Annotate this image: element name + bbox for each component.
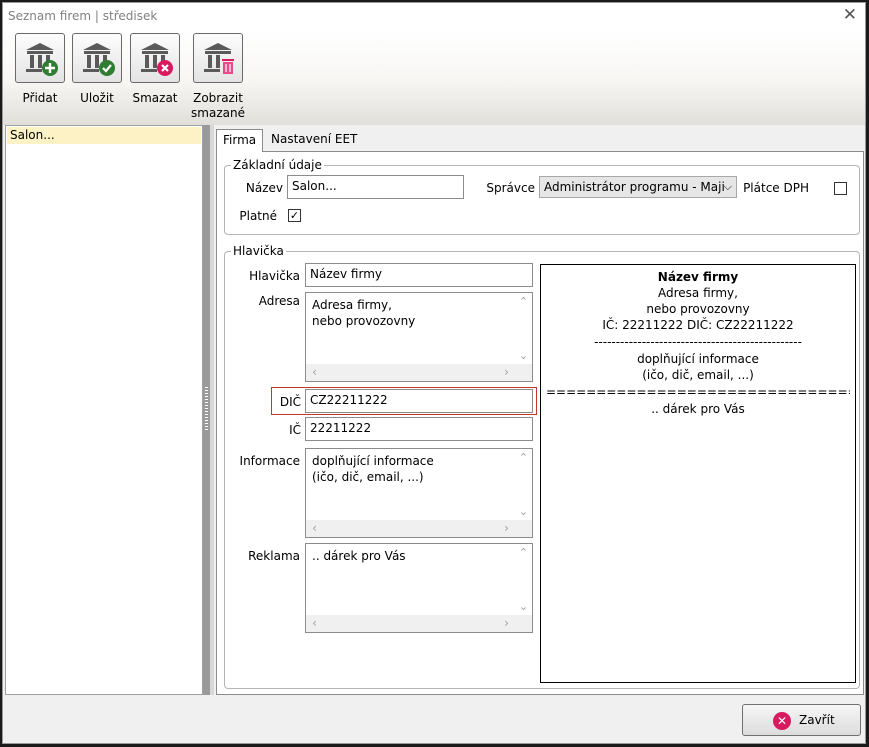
bank-trash-icon <box>193 33 243 83</box>
splitter[interactable] <box>203 125 210 695</box>
adresa-textarea[interactable]: Adresa firmy, nebo provozovny ⌃ ⌄ ‹ › <box>305 292 533 382</box>
scroll-up-icon[interactable]: ⌃ <box>515 449 532 466</box>
chevron-down-icon: ⌵ <box>723 180 732 193</box>
toolbar: Přidat Uložit Smazat Zobrazit smazané <box>3 29 865 125</box>
ic-field[interactable]: 22211222 <box>305 417 533 441</box>
admin-select[interactable]: Administrátor programu - Maji ⌵ <box>539 176 737 198</box>
list-item[interactable]: Salon... <box>7 127 201 144</box>
preview-address-1: Adresa firmy, <box>658 286 738 300</box>
scroll-down-icon[interactable]: ⌄ <box>515 598 532 615</box>
admin-label: Správce <box>486 181 535 195</box>
name-field[interactable]: Salon... <box>287 175 464 199</box>
preview-info-1: doplňující informace <box>637 352 759 366</box>
splitter-grip[interactable] <box>205 387 208 431</box>
receipt-preview: Název firmy Adresa firmy, nebo provozovn… <box>540 264 856 683</box>
admin-select-value: Administrátor programu - Maji <box>544 180 725 194</box>
basic-info-legend: Základní údaje <box>231 158 324 172</box>
preview-ids: IČ: 22211222 DIČ: CZ22211222 <box>602 318 794 332</box>
hlavicka-field[interactable]: Název firmy <box>305 263 533 287</box>
tab-eet-settings[interactable]: Nastavení EET <box>265 129 363 151</box>
close-circle-icon: ✕ <box>773 712 791 730</box>
hlavicka-label: Hlavička <box>249 269 300 283</box>
save-button[interactable]: Uložit <box>71 33 123 106</box>
scroll-left-icon[interactable]: ‹ <box>306 364 323 381</box>
checkmark-icon: ✓ <box>289 209 300 222</box>
informace-textarea[interactable]: doplňující informace (ičo, dič, email, .… <box>305 448 533 538</box>
save-button-label: Uložit <box>80 91 114 105</box>
bottom-bar: ✕ Zavřít <box>3 695 865 743</box>
ic-label: IČ <box>289 423 301 437</box>
preview-separator: ----------------------------------------… <box>594 335 802 349</box>
close-button-label: Zavřít <box>799 713 835 727</box>
scroll-right-icon[interactable]: › <box>498 364 515 381</box>
main-window: Seznam firem | středisek ✕ Přidat Uložit… <box>2 2 866 744</box>
window-close-icon[interactable]: ✕ <box>843 6 857 24</box>
adresa-text: Adresa firmy, nebo provozovny <box>312 298 416 328</box>
reklama-textarea[interactable]: .. dárek pro Vás ⌃ ⌄ ‹ › <box>305 543 533 633</box>
header-legend: Hlavička <box>231 244 286 258</box>
add-button-label: Přidat <box>22 91 58 105</box>
delete-button[interactable]: Smazat <box>128 33 182 106</box>
scroll-down-icon[interactable]: ⌄ <box>515 503 532 520</box>
company-list[interactable]: Salon... <box>5 125 203 695</box>
tab-page-firma: Základní údaje Název Salon... Správce Ad… <box>216 151 864 695</box>
adresa-vscroll[interactable]: ⌃ ⌄ <box>515 293 532 364</box>
preview-title: Název firmy <box>657 270 739 284</box>
vat-payer-checkbox[interactable] <box>834 182 847 195</box>
delete-button-label: Smazat <box>132 91 178 105</box>
window-title: Seznam firem | středisek <box>8 9 158 23</box>
show-deleted-button[interactable]: Zobrazit smazané <box>189 33 247 121</box>
bank-save-icon <box>72 33 122 83</box>
dic-field[interactable]: CZ22211222 <box>305 389 533 413</box>
reklama-text: .. dárek pro Vás <box>312 549 406 563</box>
valid-label: Platné <box>239 209 277 223</box>
tab-firma[interactable]: Firma <box>216 129 264 152</box>
preview-info-2: (ičo, dič, email, ...) <box>642 368 754 382</box>
reklama-label: Reklama <box>248 549 300 563</box>
adresa-hscroll[interactable]: ‹ › <box>306 364 532 381</box>
scroll-up-icon[interactable]: ⌃ <box>515 544 532 561</box>
valid-checkbox[interactable]: ✓ <box>288 209 301 222</box>
informace-text: doplňující informace (ičo, dič, email, .… <box>312 454 434 484</box>
add-button[interactable]: Přidat <box>14 33 66 106</box>
dic-label: DIČ <box>279 395 301 409</box>
adresa-label: Adresa <box>258 294 300 308</box>
bank-delete-icon <box>130 33 180 83</box>
splitter-edge <box>210 125 214 695</box>
basic-info-group: Základní údaje Název Salon... Správce Ad… <box>224 158 860 235</box>
scroll-left-icon[interactable]: ‹ <box>306 520 323 537</box>
preview-double-separator: ================================ <box>546 385 850 399</box>
reklama-vscroll[interactable]: ⌃ ⌄ <box>515 544 532 615</box>
vat-payer-label: Plátce DPH <box>743 181 809 195</box>
preview-ad: .. dárek pro Vás <box>651 402 745 416</box>
name-label: Název <box>245 181 283 195</box>
reklama-hscroll[interactable]: ‹ › <box>306 615 532 632</box>
preview-address-2: nebo provozovny <box>646 302 750 316</box>
scroll-right-icon[interactable]: › <box>498 615 515 632</box>
bank-add-icon <box>15 33 65 83</box>
informace-hscroll[interactable]: ‹ › <box>306 520 532 537</box>
informace-label: Informace <box>239 454 300 468</box>
close-button[interactable]: ✕ Zavřít <box>742 704 861 736</box>
scroll-down-icon[interactable]: ⌄ <box>515 347 532 364</box>
informace-vscroll[interactable]: ⌃ ⌄ <box>515 449 532 520</box>
scroll-left-icon[interactable]: ‹ <box>306 615 323 632</box>
title-bar: Seznam firem | středisek ✕ <box>3 3 865 29</box>
header-group: Hlavička Hlavička Název firmy Adresa Adr… <box>224 244 860 689</box>
show-deleted-button-label: Zobrazit smazané <box>191 91 245 120</box>
scroll-up-icon[interactable]: ⌃ <box>515 293 532 310</box>
scroll-right-icon[interactable]: › <box>498 520 515 537</box>
